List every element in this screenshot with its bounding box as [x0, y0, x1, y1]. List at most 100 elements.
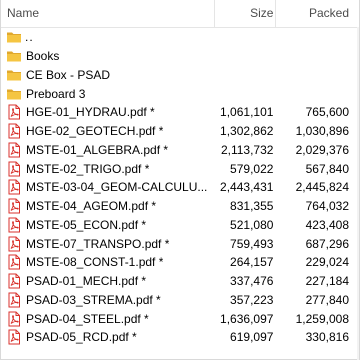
- pdf-file-icon: [8, 217, 20, 233]
- file-row[interactable]: MSTE-07_TRANSPO.pdf * 759,493 687,296: [1, 234, 359, 253]
- file-packed: 277,840: [305, 292, 349, 307]
- file-name: MSTE-02_TRIGO.pdf *: [26, 161, 150, 176]
- file-size: 831,355: [230, 199, 274, 214]
- scrollbar-track[interactable]: [357, 27, 359, 360]
- file-name: HGE-02_GEOTECH.pdf *: [26, 124, 164, 139]
- file-size: 357,223: [230, 292, 274, 307]
- file-size: 1,302,862: [220, 124, 274, 139]
- file-row[interactable]: PSAD-04_STEEL.pdf * 1,636,097 1,259,008: [1, 309, 359, 328]
- file-name: MSTE-05_ECON.pdf *: [26, 217, 147, 232]
- column-header-size[interactable]: Size: [213, 0, 276, 27]
- folder-name-cell: Books: [1, 48, 214, 64]
- file-row[interactable]: MSTE-03-04_GEOM-CALCULU... 2,443,431 2,4…: [1, 178, 359, 197]
- file-name-cell: PSAD-03_STREMA.pdf *: [1, 292, 214, 308]
- parent-folder-icon: [7, 32, 21, 43]
- parent-folder-row[interactable]: ..: [1, 28, 359, 47]
- file-row[interactable]: MSTE-04_AGEOM.pdf * 831,355 764,032: [1, 197, 359, 216]
- file-packed: 227,184: [305, 274, 349, 289]
- file-row[interactable]: HGE-01_HYDRAU.pdf * 1,061,101 765,600: [1, 103, 359, 122]
- file-packed: 2,445,824: [295, 180, 349, 195]
- file-packed: 330,816: [305, 330, 349, 345]
- file-size: 264,157: [230, 255, 274, 270]
- file-row[interactable]: HGE-02_GEOTECH.pdf * 1,302,862 1,030,896: [1, 122, 359, 141]
- file-list: .. Books CE Box - PSAD Preboard 3 HGE-01…: [1, 28, 359, 347]
- file-name: MSTE-07_TRANSPO.pdf *: [26, 236, 170, 251]
- file-name: HGE-01_HYDRAU.pdf *: [26, 105, 155, 120]
- pdf-file-icon: [8, 161, 20, 177]
- file-size: 619,097: [230, 330, 274, 345]
- file-packed: 687,296: [305, 236, 349, 251]
- file-size: 337,476: [230, 274, 274, 289]
- pdf-file-icon: [8, 123, 20, 139]
- file-name-cell: MSTE-01_ALGEBRA.pdf *: [1, 142, 214, 158]
- file-size: 1,061,101: [220, 105, 274, 120]
- file-name: PSAD-05_RCD.pdf *: [26, 330, 137, 345]
- file-name-cell: PSAD-04_STEEL.pdf *: [1, 311, 214, 327]
- folder-name: Preboard 3: [26, 86, 86, 101]
- file-packed: 764,032: [305, 199, 349, 214]
- folder-icon: [7, 70, 21, 81]
- file-packed: 765,600: [305, 105, 349, 120]
- file-name-cell: MSTE-07_TRANSPO.pdf *: [1, 236, 214, 252]
- file-row[interactable]: PSAD-05_RCD.pdf * 619,097 330,816: [1, 328, 359, 347]
- file-size: 759,493: [230, 236, 274, 251]
- pdf-file-icon: [8, 179, 20, 195]
- pdf-file-icon: [8, 292, 20, 308]
- pdf-file-icon: [8, 198, 20, 214]
- folder-row[interactable]: CE Box - PSAD: [1, 66, 359, 85]
- file-name-cell: MSTE-02_TRIGO.pdf *: [1, 161, 214, 177]
- file-size: 2,443,431: [220, 180, 274, 195]
- file-row[interactable]: PSAD-01_MECH.pdf * 337,476 227,184: [1, 272, 359, 291]
- file-name-cell: MSTE-05_ECON.pdf *: [1, 217, 214, 233]
- file-name: MSTE-03-04_GEOM-CALCULU...: [26, 180, 208, 195]
- file-list-pane: Name Size Packed .. Books CE Box - PSAD …: [0, 0, 360, 360]
- parent-folder-name-cell: ..: [1, 29, 214, 45]
- pdf-file-icon: [8, 311, 20, 327]
- folder-name-cell: CE Box - PSAD: [1, 67, 214, 83]
- file-packed: 229,024: [305, 255, 349, 270]
- file-name-cell: PSAD-01_MECH.pdf *: [1, 273, 214, 289]
- folder-icon: [7, 51, 21, 62]
- file-name: MSTE-04_AGEOM.pdf *: [26, 199, 157, 214]
- file-name: PSAD-04_STEEL.pdf *: [26, 311, 149, 326]
- file-size: 2,113,732: [220, 142, 274, 157]
- file-packed: 1,030,896: [295, 124, 349, 139]
- file-packed: 1,259,008: [295, 311, 349, 326]
- pdf-file-icon: [8, 273, 20, 289]
- pdf-file-icon: [8, 329, 20, 345]
- file-name-cell: PSAD-05_RCD.pdf *: [1, 329, 214, 345]
- folder-icon: [7, 89, 21, 100]
- column-header-name[interactable]: Name: [1, 0, 214, 27]
- folder-name-cell: Preboard 3: [1, 86, 214, 102]
- file-name: MSTE-08_CONST-1.pdf *: [26, 255, 164, 270]
- file-name-cell: HGE-01_HYDRAU.pdf *: [1, 104, 214, 120]
- file-row[interactable]: MSTE-02_TRIGO.pdf * 579,022 567,840: [1, 159, 359, 178]
- folder-row[interactable]: Preboard 3: [1, 84, 359, 103]
- file-name-cell: HGE-02_GEOTECH.pdf *: [1, 123, 214, 139]
- file-row[interactable]: PSAD-03_STREMA.pdf * 357,223 277,840: [1, 291, 359, 310]
- folder-row[interactable]: Books: [1, 47, 359, 66]
- parent-folder-label: ..: [25, 30, 34, 45]
- file-name: PSAD-03_STREMA.pdf *: [26, 292, 161, 307]
- file-name: MSTE-01_ALGEBRA.pdf *: [26, 142, 169, 157]
- file-row[interactable]: MSTE-08_CONST-1.pdf * 264,157 229,024: [1, 253, 359, 272]
- column-header-packed[interactable]: Packed: [275, 0, 359, 27]
- file-packed: 2,029,376: [295, 142, 349, 157]
- pdf-file-icon: [8, 104, 20, 120]
- pdf-file-icon: [8, 142, 20, 158]
- file-row[interactable]: MSTE-05_ECON.pdf * 521,080 423,408: [1, 216, 359, 235]
- column-header: Name Size Packed: [1, 0, 359, 28]
- file-size: 521,080: [230, 217, 274, 232]
- folder-name: CE Box - PSAD: [26, 67, 111, 82]
- file-size: 1,636,097: [220, 311, 274, 326]
- file-name-cell: MSTE-04_AGEOM.pdf *: [1, 198, 214, 214]
- folder-name: Books: [26, 49, 60, 64]
- file-name-cell: MSTE-08_CONST-1.pdf *: [1, 254, 214, 270]
- file-name: PSAD-01_MECH.pdf *: [26, 274, 147, 289]
- file-size: 579,022: [230, 161, 274, 176]
- file-row[interactable]: MSTE-01_ALGEBRA.pdf * 2,113,732 2,029,37…: [1, 141, 359, 160]
- pdf-file-icon: [8, 236, 20, 252]
- pdf-file-icon: [8, 254, 20, 270]
- file-packed: 567,840: [305, 161, 349, 176]
- file-name-cell: MSTE-03-04_GEOM-CALCULU...: [1, 179, 214, 195]
